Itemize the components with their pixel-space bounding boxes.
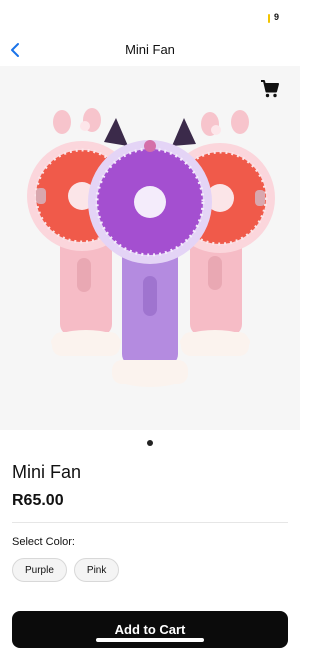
product-image [27,108,275,387]
carousel-indicator-dot[interactable] [147,440,153,446]
color-option-purple[interactable]: Purple [12,558,67,582]
navigation-bar: Mini Fan [0,34,300,66]
product-name: Mini Fan [12,462,82,482]
home-indicator [96,638,204,642]
divider [12,522,288,523]
battery-level: 9 [274,12,280,22]
add-to-cart-button[interactable]: Add to Cart [12,611,288,648]
product-image-carousel[interactable] [0,66,300,430]
select-color-label: Select Color: [12,536,75,548]
color-option-pink[interactable]: Pink [73,558,120,582]
cart-button[interactable] [260,79,280,99]
product-price: R65.00 [12,492,64,509]
color-options: Purple Pink [12,558,120,582]
status-bar: 9 [0,0,300,34]
page-title: Mini Fan [125,42,175,57]
battery-icon [268,14,270,23]
cart-icon [261,80,279,98]
